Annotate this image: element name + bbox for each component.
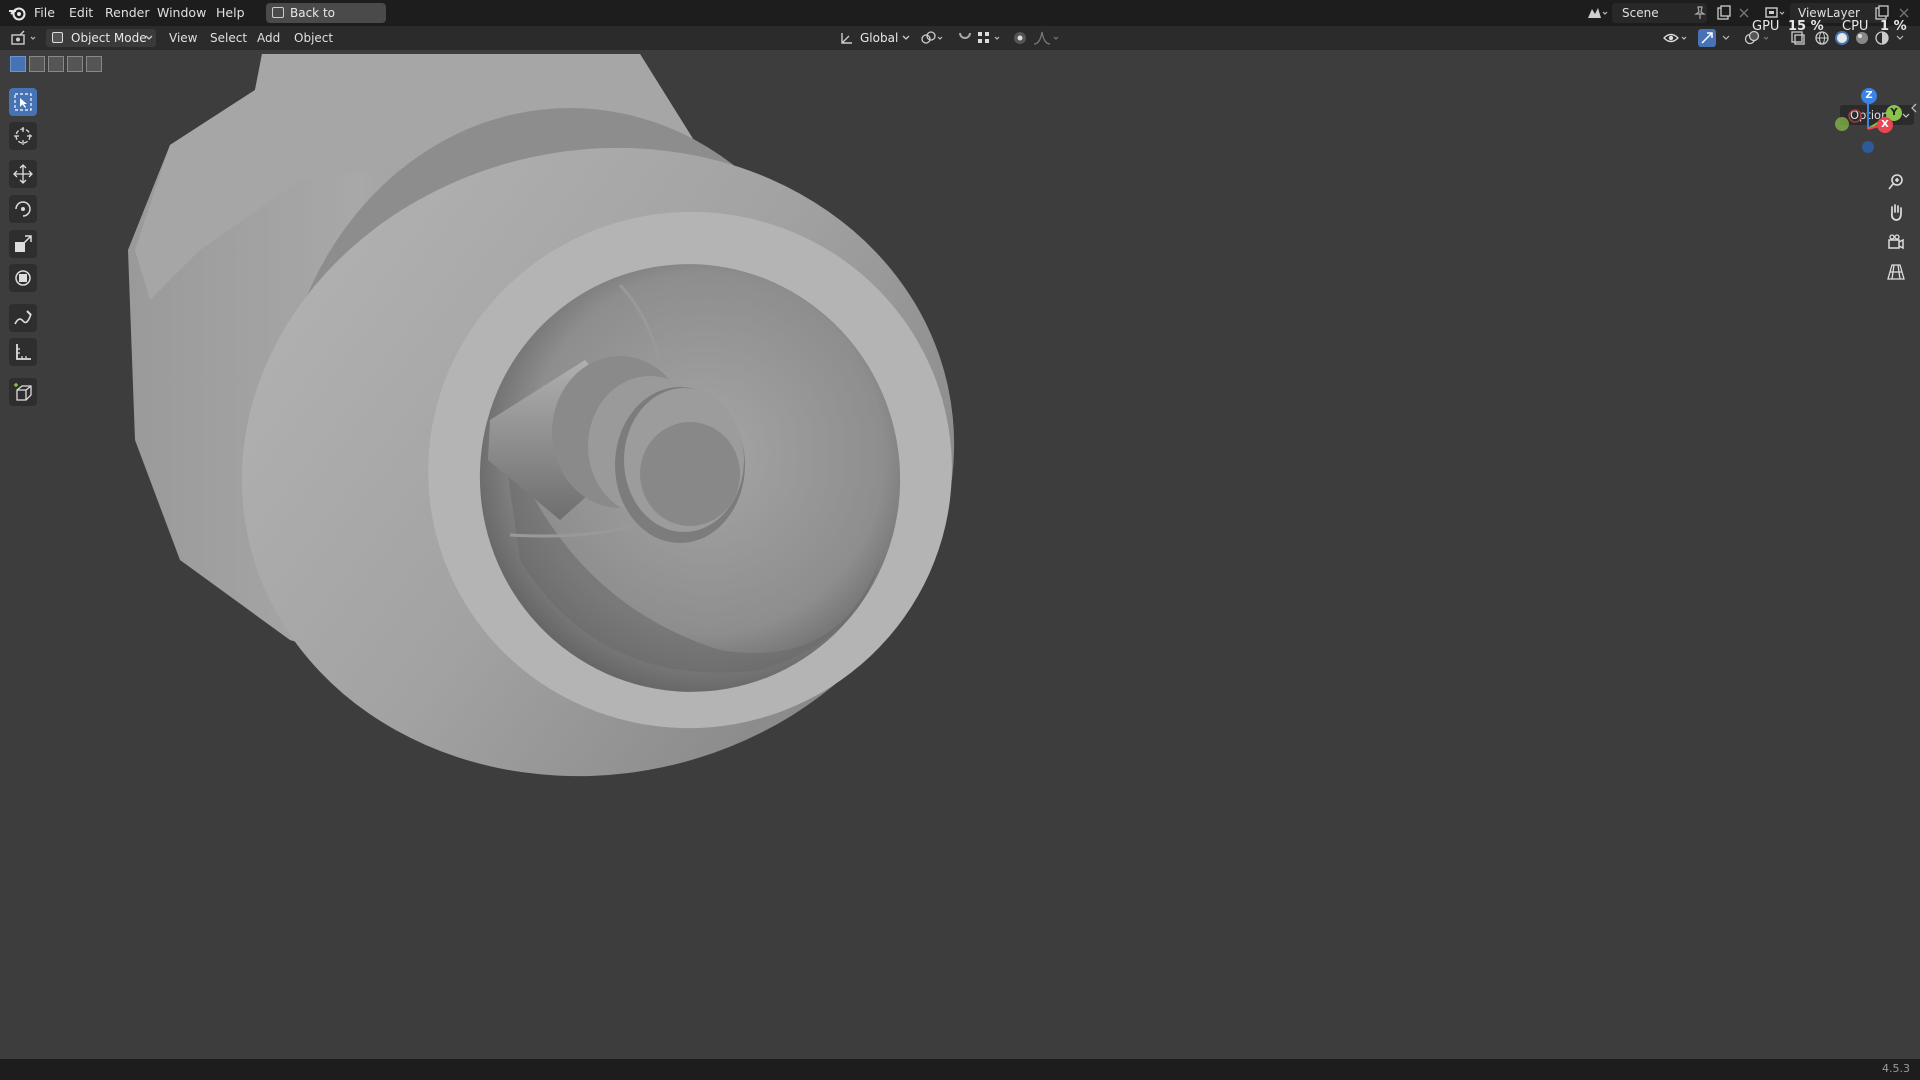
falloff-icon[interactable] [1032, 30, 1062, 46]
menu-render[interactable]: Render [105, 0, 150, 26]
scene-name: Scene [1622, 6, 1659, 20]
tool-rotate[interactable] [9, 195, 37, 223]
menu-window[interactable]: Window [157, 0, 206, 26]
visibility-icon[interactable] [1662, 30, 1692, 46]
chevron-down-icon [902, 35, 910, 40]
gizmo-icon [1701, 32, 1713, 44]
hand-icon [1890, 204, 1902, 221]
snap-target-icon[interactable] [976, 30, 1006, 46]
pan-button[interactable] [1882, 198, 1910, 226]
view-layer-name: ViewLayer [1798, 6, 1860, 20]
tool-move[interactable] [9, 160, 37, 188]
back-to-previous-button[interactable]: Back to Previous [266, 3, 386, 40]
gizmo-neg-x[interactable] [1848, 109, 1862, 123]
header-menu-object[interactable]: Object [294, 26, 333, 50]
mode-dropdown[interactable]: Object Mode [46, 29, 156, 47]
tool-measure[interactable] [9, 338, 37, 366]
gizmo-neg-y[interactable] [1835, 117, 1849, 131]
tool-transform[interactable] [9, 264, 37, 292]
snap-toggle-icon[interactable] [956, 30, 974, 46]
new-scene-icon[interactable] [1716, 5, 1732, 21]
measure-icon [16, 344, 31, 360]
header-menu-select[interactable]: Select [210, 26, 247, 50]
top-menu-bar: File Edit Render Window Help Back to Pre… [0, 0, 1920, 40]
delete-view-layer-icon[interactable] [1898, 7, 1910, 19]
select-mode-intersect-icon[interactable] [86, 56, 102, 72]
transform-icon [15, 270, 31, 286]
gizmo-toggle-button[interactable] [1698, 29, 1716, 47]
menu-file[interactable]: File [34, 0, 55, 26]
gpu-label: GPU [1752, 19, 1780, 34]
move-icon [13, 164, 33, 184]
gizmo-x-axis[interactable]: X [1877, 117, 1893, 133]
editor-type-icon[interactable] [10, 30, 40, 46]
cursor-icon [14, 127, 32, 145]
transform-orientation-dropdown[interactable]: Global [836, 29, 914, 47]
grid-perspective-icon [1887, 264, 1905, 280]
gizmo-z-label: Z [1865, 90, 1873, 101]
delete-scene-icon[interactable] [1738, 7, 1750, 19]
tool-scale[interactable] [9, 230, 37, 258]
menu-help[interactable]: Help [216, 0, 245, 26]
annotate-icon [14, 310, 32, 325]
select-box-icon [14, 93, 32, 111]
select-mode-subtract-icon[interactable] [48, 56, 64, 72]
tool-add-cube[interactable] [9, 378, 37, 406]
gizmo-y-label: Y [1890, 107, 1898, 118]
menu-edit[interactable]: Edit [69, 0, 93, 26]
camera-view-button[interactable] [1882, 228, 1910, 256]
tool-annotate[interactable] [9, 304, 37, 332]
gpu-value: 15 % [1788, 19, 1824, 34]
status-bar: 4.5.3 [0, 1059, 1920, 1080]
select-mode-invert-icon[interactable] [67, 56, 83, 72]
chevron-down-icon[interactable] [1896, 35, 1904, 41]
select-mode-new-icon[interactable] [10, 56, 26, 72]
camera-icon [1888, 234, 1904, 250]
cpu-label: CPU [1842, 19, 1869, 34]
viewport-header: Object Mode View Select Add Object Globa… [0, 26, 1920, 50]
object-mode-icon [52, 32, 63, 43]
cpu-value: 1 % [1880, 19, 1907, 34]
tool-select-box[interactable] [9, 88, 37, 116]
gizmo-x-label: X [1881, 119, 1889, 130]
orientation-icon [841, 33, 852, 44]
gizmo-neg-z[interactable] [1862, 141, 1874, 153]
zoom-button[interactable] [1882, 168, 1910, 196]
pivot-point-icon[interactable] [920, 30, 950, 46]
orientation-label: Global [860, 31, 899, 45]
screen-icon [272, 7, 284, 18]
scene-icon[interactable] [1586, 5, 1608, 21]
gizmo-z-axis[interactable]: Z [1861, 88, 1877, 104]
proportional-editing-icon[interactable] [1012, 30, 1028, 46]
add-cube-icon [14, 383, 32, 401]
chevron-down-icon [145, 35, 153, 40]
blender-logo-icon[interactable] [8, 5, 26, 21]
zoom-icon [1888, 174, 1903, 190]
header-menu-view[interactable]: View [169, 26, 197, 50]
tool-cursor[interactable] [9, 122, 37, 150]
3d-model-render [128, 54, 955, 777]
pin-icon[interactable] [1694, 6, 1706, 20]
version-label: 4.5.3 [1882, 1062, 1910, 1075]
3d-viewport[interactable]: Options Z Y X [0, 50, 1920, 1059]
sidebar-toggle-icon[interactable] [1910, 102, 1918, 114]
header-menu-add[interactable]: Add [257, 26, 280, 50]
perspective-toggle-button[interactable] [1882, 258, 1910, 286]
scale-icon [15, 235, 32, 252]
scene-name-field[interactable]: Scene [1612, 3, 1707, 23]
rotate-icon [15, 201, 31, 217]
select-mode-extend-icon[interactable] [29, 56, 45, 72]
chevron-down-icon[interactable] [1722, 35, 1730, 41]
mode-label: Object Mode [71, 31, 147, 45]
